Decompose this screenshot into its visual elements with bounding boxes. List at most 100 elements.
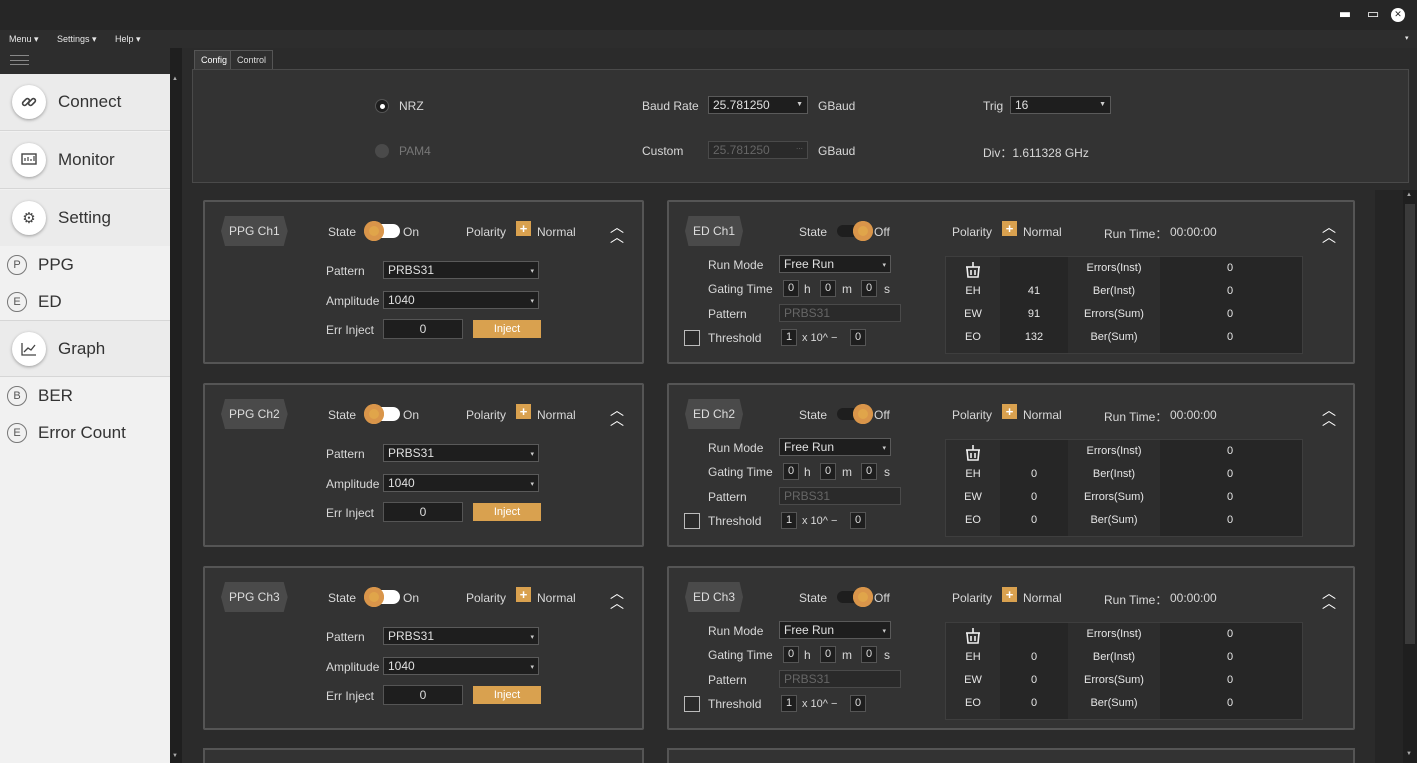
pattern-select[interactable]: PRBS31 ▾ xyxy=(383,627,539,645)
state-toggle[interactable] xyxy=(364,221,400,241)
menubar-dropdown-icon[interactable]: ▾ xyxy=(1405,34,1409,42)
run-mode-select[interactable]: Free Run ▾ xyxy=(779,255,891,273)
gating-seconds-input[interactable]: 0 xyxy=(861,646,877,663)
polarity-plus-icon[interactable]: + xyxy=(1002,404,1017,419)
polarity-plus-icon[interactable]: + xyxy=(1002,587,1017,602)
sidebar-item-graph[interactable]: Graph xyxy=(0,320,170,377)
threshold-exponent-input[interactable]: 0 xyxy=(850,695,866,712)
sidebar-item-ed[interactable]: E ED xyxy=(0,284,170,320)
state-toggle[interactable] xyxy=(364,404,400,424)
title-bar: ▬ ▭ ✕ xyxy=(0,0,1417,30)
hours-unit: h xyxy=(804,648,811,662)
threshold-checkbox[interactable] xyxy=(684,330,700,346)
sidebar-item-monitor[interactable]: Monitor xyxy=(0,132,170,189)
run-time-value: 00:00:00 xyxy=(1170,225,1217,239)
gating-seconds-input[interactable]: 0 xyxy=(861,463,877,480)
clear-stats-icon[interactable] xyxy=(960,444,986,467)
threshold-exponent-input[interactable]: 0 xyxy=(850,329,866,346)
ed-badge-icon: E xyxy=(7,292,27,312)
pam4-radio[interactable] xyxy=(375,144,389,158)
inject-button[interactable]: Inject xyxy=(473,320,541,338)
threshold-checkbox[interactable] xyxy=(684,696,700,712)
chevron-down-icon: ▾ xyxy=(530,664,534,671)
threshold-mantissa-input[interactable]: 1 xyxy=(781,329,797,346)
baud-rate-select[interactable]: 25.781250 ▼ xyxy=(708,96,808,114)
scroll-down-icon[interactable]: ▼ xyxy=(172,753,178,759)
clear-stats-icon[interactable] xyxy=(960,627,986,650)
polarity-plus-icon[interactable]: + xyxy=(1002,221,1017,236)
scrollbar-thumb[interactable] xyxy=(1405,204,1415,644)
collapse-chevron-icon[interactable]: ︿ ︿ xyxy=(607,221,627,245)
run-mode-select[interactable]: Free Run ▾ xyxy=(779,621,891,639)
nrz-radio[interactable] xyxy=(375,99,389,113)
state-toggle[interactable] xyxy=(837,404,873,424)
pattern-value: PRBS31 xyxy=(388,263,435,277)
main-scrollbar[interactable]: ▲ ▼ xyxy=(1403,190,1417,763)
collapse-chevron-icon[interactable]: ︿ ︿ xyxy=(1319,404,1339,428)
gating-hours-input[interactable]: 0 xyxy=(783,280,799,297)
sidebar-item-ber[interactable]: B BER xyxy=(0,378,170,414)
hamburger-icon[interactable] xyxy=(10,55,29,65)
minimize-icon[interactable]: ▬ xyxy=(1335,6,1355,24)
baud-unit-label: GBaud xyxy=(818,99,856,113)
amplitude-label: Amplitude xyxy=(326,660,380,674)
hours-unit: h xyxy=(804,465,811,479)
err-inject-input[interactable]: 0 xyxy=(383,502,463,522)
gating-minutes-input[interactable]: 0 xyxy=(820,280,836,297)
clear-stats-icon[interactable] xyxy=(960,261,986,284)
error-stat-value: 0 xyxy=(1226,628,1234,640)
polarity-plus-icon[interactable]: + xyxy=(516,404,531,419)
scroll-up-icon[interactable]: ▲ xyxy=(1406,192,1412,198)
pattern-field[interactable]: PRBS31 xyxy=(779,487,901,505)
sidebar-scrollbar[interactable]: ▲ ▼ xyxy=(170,48,182,763)
collapse-chevron-icon[interactable]: ︿ ︿ xyxy=(607,587,627,611)
amplitude-select[interactable]: 1040 ▾ xyxy=(383,657,539,675)
gating-seconds-input[interactable]: 0 xyxy=(861,280,877,297)
sidebar-item-ppg[interactable]: P PPG xyxy=(0,247,170,283)
pattern-field[interactable]: PRBS31 xyxy=(779,670,901,688)
trig-select[interactable]: 16 ▼ xyxy=(1010,96,1111,114)
state-toggle[interactable] xyxy=(837,221,873,241)
sidebar-item-setting[interactable]: ⚙ Setting xyxy=(0,190,170,246)
threshold-checkbox[interactable] xyxy=(684,513,700,529)
error-count-badge-icon: E xyxy=(7,423,27,443)
menu-help[interactable]: Help ▾ xyxy=(115,34,141,45)
ppg-card: PPG Ch3 State On Polarity + Normal ︿ ︿ Pattern PR… xyxy=(203,566,644,730)
menu-settings[interactable]: Settings ▾ xyxy=(57,34,97,45)
threshold-mantissa-input[interactable]: 1 xyxy=(781,695,797,712)
custom-baud-input[interactable]: 25.781250 ⋯ xyxy=(708,141,808,159)
gating-minutes-input[interactable]: 0 xyxy=(820,463,836,480)
scroll-down-icon[interactable]: ▼ xyxy=(1406,751,1412,757)
polarity-plus-icon[interactable]: + xyxy=(516,587,531,602)
gating-minutes-input[interactable]: 0 xyxy=(820,646,836,663)
state-toggle[interactable] xyxy=(364,587,400,607)
gating-hours-input[interactable]: 0 xyxy=(783,646,799,663)
tab-config[interactable]: Config xyxy=(194,50,235,69)
pattern-select[interactable]: PRBS31 ▾ xyxy=(383,261,539,279)
maximize-icon[interactable]: ▭ xyxy=(1363,6,1383,24)
pattern-select[interactable]: PRBS31 ▾ xyxy=(383,444,539,462)
threshold-mantissa-input[interactable]: 1 xyxy=(781,512,797,529)
tab-control[interactable]: Control xyxy=(230,50,274,69)
pattern-label: Pattern xyxy=(708,307,747,321)
menu-menu[interactable]: Menu ▾ xyxy=(9,34,39,45)
collapse-chevron-icon[interactable]: ︿ ︿ xyxy=(607,404,627,428)
pattern-field[interactable]: PRBS31 xyxy=(779,304,901,322)
inject-button[interactable]: Inject xyxy=(473,503,541,521)
state-toggle[interactable] xyxy=(837,587,873,607)
err-inject-input[interactable]: 0 xyxy=(383,685,463,705)
run-mode-select[interactable]: Free Run ▾ xyxy=(779,438,891,456)
close-icon[interactable]: ✕ xyxy=(1391,8,1405,22)
amplitude-select[interactable]: 1040 ▾ xyxy=(383,291,539,309)
inject-button[interactable]: Inject xyxy=(473,686,541,704)
sidebar-item-connect[interactable]: Connect xyxy=(0,74,170,131)
polarity-plus-icon[interactable]: + xyxy=(516,221,531,236)
collapse-chevron-icon[interactable]: ︿ ︿ xyxy=(1319,221,1339,245)
gating-hours-input[interactable]: 0 xyxy=(783,463,799,480)
sidebar-item-error-count[interactable]: E Error Count xyxy=(0,415,170,451)
collapse-chevron-icon[interactable]: ︿ ︿ xyxy=(1319,587,1339,611)
amplitude-select[interactable]: 1040 ▾ xyxy=(383,474,539,492)
threshold-exponent-input[interactable]: 0 xyxy=(850,512,866,529)
err-inject-input[interactable]: 0 xyxy=(383,319,463,339)
scroll-up-icon[interactable]: ▲ xyxy=(172,76,178,82)
